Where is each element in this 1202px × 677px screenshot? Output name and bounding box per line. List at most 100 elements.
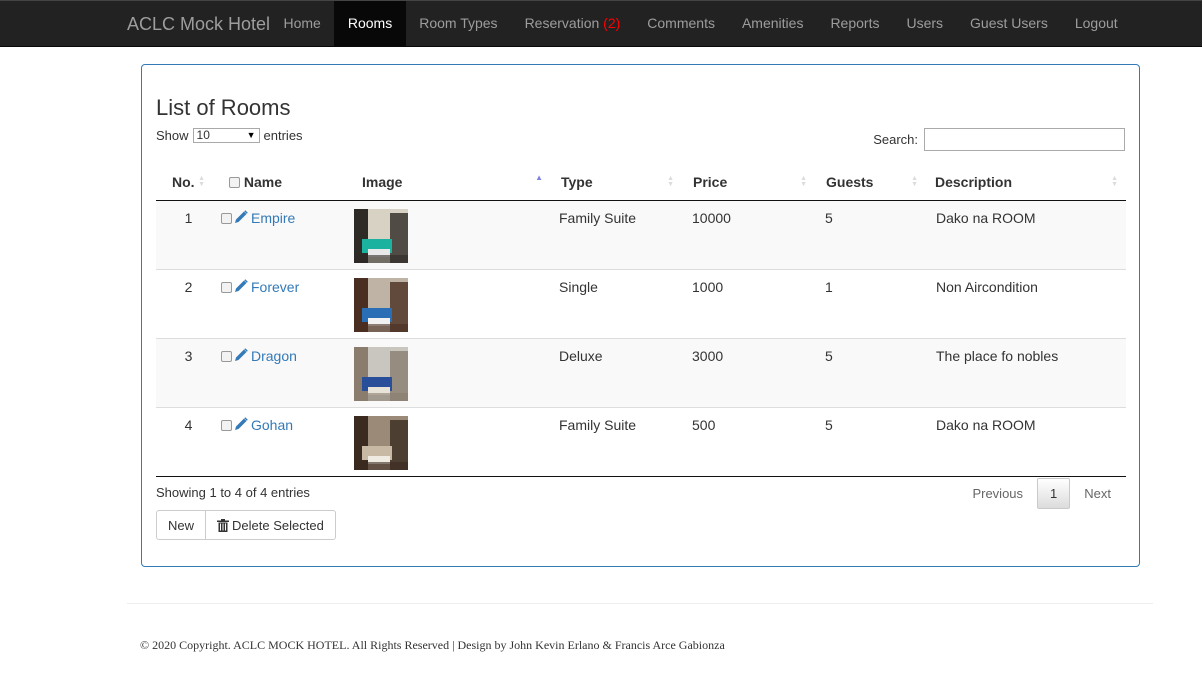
room-guests: 1 [825,278,833,295]
row-number: 4 [184,416,193,433]
cell-description: Dako na ROOM [926,200,1126,269]
show-label: Show [156,128,189,143]
sort-asc-icon: ▲ [535,173,543,182]
nav-reservation[interactable]: Reservation (2) [511,1,634,47]
row-number: 3 [184,347,193,364]
cell-no: 2 [156,269,221,338]
col-header-guests[interactable]: Guests ▲ ▼ [815,164,926,201]
nav-label: Logout [1074,15,1118,31]
cell-image [351,338,549,407]
room-type: Single [559,278,598,295]
footer-copyright: © 2020 Copyright. ACLC MOCK HOTEL. All R… [140,638,725,652]
button-label: New [168,517,195,533]
brand-logo[interactable]: ACLC Mock Hotel [127,14,270,34]
cell-name: Gohan [221,407,351,476]
room-price: 10000 [692,209,731,226]
select-all-checkbox[interactable] [229,176,240,188]
pencil-edit-icon[interactable] [234,278,248,293]
sort-both-icon: ▲ ▼ [800,174,807,188]
room-name-link[interactable]: Forever [251,279,299,295]
col-header-price[interactable]: Price ▲ ▼ [682,164,815,201]
row-select-checkbox[interactable] [221,419,232,431]
nav-rooms[interactable]: Rooms [334,1,406,47]
pagination-next[interactable]: Next [1070,480,1125,507]
row-select-checkbox[interactable] [221,281,232,293]
nav-amenities[interactable]: Amenities [728,1,816,47]
room-price: 1000 [692,278,724,295]
room-name-link[interactable]: Gohan [251,417,293,433]
room-type: Family Suite [559,416,637,433]
search-label: Search: [873,132,918,147]
cell-price: 1000 [682,269,815,338]
table-row: 4 Gohan Family Suite 500 5 Dako na ROOM [156,407,1126,476]
nav-users[interactable]: Users [893,1,957,47]
dropdown-arrow-icon: ▼ [246,130,256,140]
nav-reports[interactable]: Reports [817,1,893,47]
col-header-description[interactable]: Description ▲ ▼ [926,164,1126,201]
nav-guest-users[interactable]: Guest Users [957,1,1062,47]
table-info: Showing 1 to 4 of 4 entries [156,485,310,500]
sort-both-icon: ▲ ▼ [198,174,205,188]
room-description: Dako na ROOM [936,416,1036,433]
cell-name: Empire [221,200,351,269]
col-label: Image [362,173,403,190]
row-number: 1 [184,209,193,226]
nav-home[interactable]: Home [270,1,334,47]
cell-name: Forever [221,269,351,338]
sort-both-icon: ▲ ▼ [667,174,674,188]
action-buttons: New Delete Selected [156,510,336,540]
room-price: 500 [692,416,716,433]
nav-label: Guest Users [970,15,1048,31]
room-guests: 5 [825,209,833,226]
room-type: Deluxe [559,347,603,364]
nav-label: Reservation [524,15,600,31]
col-label: Guests [826,173,874,190]
col-label: Type [561,173,593,190]
cell-image [351,407,549,476]
room-name-link[interactable]: Empire [251,210,295,226]
pencil-edit-icon[interactable] [234,416,248,431]
room-description: The place fo nobles [936,347,1059,364]
new-button[interactable]: New [156,510,207,540]
col-header-image[interactable]: Image ▲ [351,164,549,201]
table-row: 1 Empire Family Suite 10000 5 Dako na RO… [156,200,1126,269]
room-photo-blue-chairs [354,346,408,401]
sort-both-icon: ▲ ▼ [1111,174,1118,188]
col-header-type[interactable]: Type ▲ ▼ [549,164,682,201]
pencil-edit-icon[interactable] [234,209,248,224]
row-select-checkbox[interactable] [221,350,232,362]
pagination-page-1[interactable]: 1 [1037,478,1071,509]
pagination: Previous 1 Next [958,478,1125,509]
entries-select[interactable]: 10 ▼ [192,128,260,143]
pencil-edit-icon[interactable] [234,347,248,362]
cell-description: The place fo nobles [926,338,1126,407]
col-header-name[interactable]: Name [221,164,351,201]
col-label: Description [935,173,1013,190]
room-name-link[interactable]: Dragon [251,348,297,364]
reservation-count-badge: (2) [603,15,621,31]
cell-type: Single [549,269,682,338]
cell-guests: 1 [815,269,926,338]
nav-comments[interactable]: Comments [634,1,729,47]
room-description: Dako na ROOM [936,209,1036,226]
delete-selected-button[interactable]: Delete Selected [205,510,336,540]
trash-icon [217,518,230,532]
rooms-table: No. ▲ ▼ Name Image ▲ Type ▲ ▼ Price ▲ ▼ Guests ▲… [156,164,1126,477]
sort-both-icon: ▲ ▼ [911,174,918,188]
col-header-no[interactable]: No. ▲ ▼ [156,164,221,201]
nav-room-types[interactable]: Room Types [406,1,511,47]
room-guests: 5 [825,347,833,364]
search-input[interactable] [924,128,1125,151]
row-number: 2 [184,278,193,295]
row-select-checkbox[interactable] [221,212,232,224]
pagination-previous[interactable]: Previous [958,480,1037,507]
room-type: Family Suite [559,209,637,226]
col-label: No. [172,173,195,190]
cell-guests: 5 [815,407,926,476]
room-photo-wood-bedroom [354,415,408,470]
nav-menu: Home Rooms Room Types Reservation (2) Co… [270,1,1131,47]
room-photo-blue-bed [354,277,408,332]
nav-logout[interactable]: Logout [1061,1,1131,47]
cell-image [351,200,549,269]
cell-price: 3000 [682,338,815,407]
